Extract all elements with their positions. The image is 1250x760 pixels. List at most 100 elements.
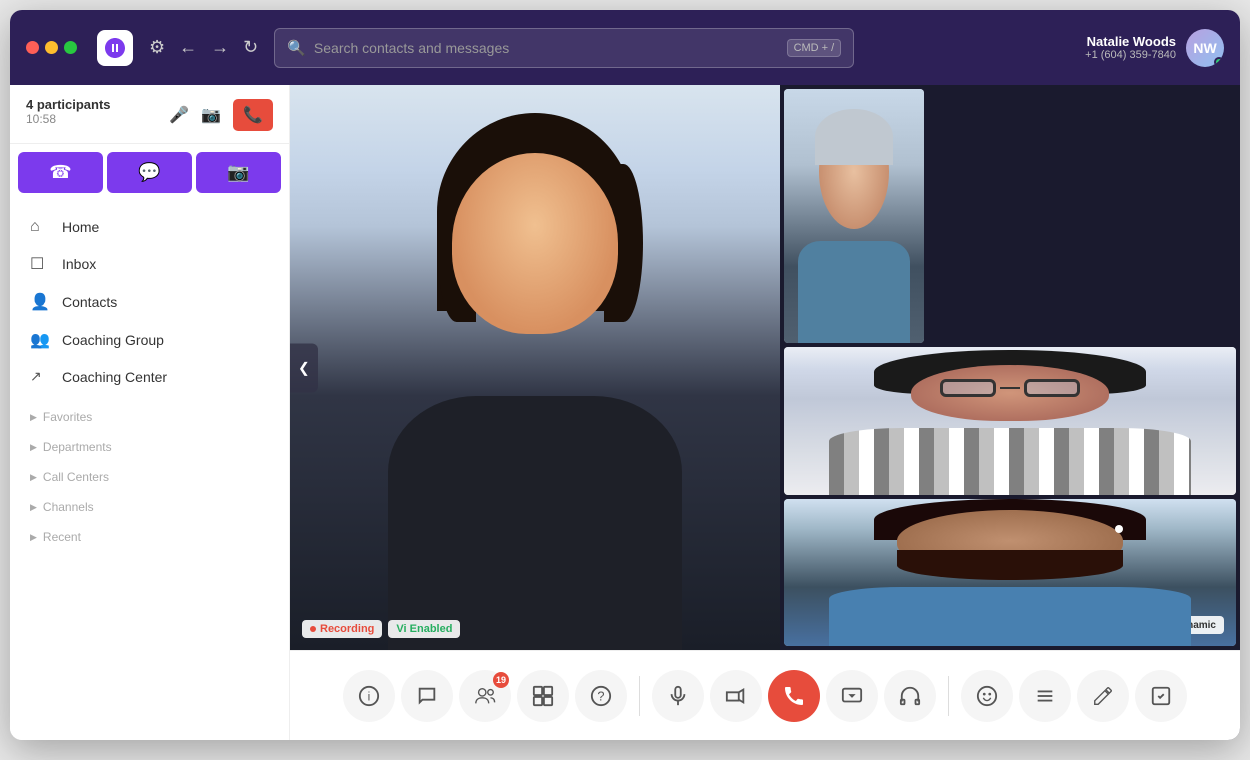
- call-controls: 🎤 📷 📞: [169, 99, 273, 131]
- contacts-icon: 👤: [30, 292, 50, 312]
- cmd-badge: CMD + /: [787, 39, 842, 57]
- participant-video-3: Picture-in-Picture Dynamic: [784, 499, 1236, 647]
- sidebar-section-channels[interactable]: ▶ Channels: [10, 492, 289, 522]
- layout-button[interactable]: [517, 670, 569, 722]
- search-input[interactable]: [314, 40, 779, 56]
- camera-icon: [725, 685, 747, 707]
- screen-share-button[interactable]: [826, 670, 878, 722]
- main-video-cell: Recording Vi Enabled: [290, 85, 780, 650]
- camera-icon[interactable]: 📷: [201, 105, 221, 125]
- sidebar-section-departments[interactable]: ▶ Departments: [10, 432, 289, 462]
- svg-text:?: ?: [597, 688, 604, 703]
- arrow-icon: ▶: [30, 532, 37, 543]
- edit-button[interactable]: [1077, 670, 1129, 722]
- checkbox-icon: [1150, 685, 1172, 707]
- forward-icon[interactable]: →: [211, 37, 229, 58]
- action-buttons: ☎ 💬 📷: [18, 152, 281, 193]
- home-icon: ⌂: [30, 218, 50, 236]
- arrow-icon: ▶: [30, 442, 37, 453]
- arrow-icon: ▶: [30, 502, 37, 513]
- chat-icon: [416, 685, 438, 707]
- back-icon[interactable]: ←: [179, 37, 197, 58]
- refresh-icon[interactable]: ↻: [243, 37, 258, 58]
- sidebar-item-home[interactable]: ⌂ Home: [10, 209, 289, 245]
- more-menu-button[interactable]: [1019, 670, 1071, 722]
- sidebar-navigation: ⌂ Home ☐ Inbox 👤 Contacts 👥 Coaching Gro…: [10, 201, 289, 402]
- checkbox-button[interactable]: [1135, 670, 1187, 722]
- status-indicator: [1214, 57, 1224, 67]
- sidebar-item-label-inbox: Inbox: [62, 256, 96, 272]
- callcenters-label: Call Centers: [43, 470, 109, 484]
- svg-text:i: i: [368, 689, 371, 703]
- menu-icon: [1034, 685, 1056, 707]
- collapse-sidebar-button[interactable]: ❮: [290, 343, 318, 392]
- recent-label: Recent: [43, 530, 81, 544]
- info-button[interactable]: i: [343, 670, 395, 722]
- sidebar-section-callcenters[interactable]: ▶ Call Centers: [10, 462, 289, 492]
- emoji-button[interactable]: [961, 670, 1013, 722]
- avatar[interactable]: NW: [1186, 29, 1224, 67]
- traffic-lights: [26, 41, 77, 54]
- small-video-row: [780, 85, 1240, 345]
- person-figure: [290, 85, 780, 650]
- recording-label: Recording: [320, 623, 374, 635]
- participant-count: 4 participants: [26, 97, 111, 112]
- participants-icon: [474, 685, 496, 707]
- arrow-icon: ▶: [30, 472, 37, 483]
- sidebar-section-favorites[interactable]: ▶ Favorites: [10, 402, 289, 432]
- sidebar-item-contacts[interactable]: 👤 Contacts: [10, 283, 289, 321]
- call-button[interactable]: ☎: [18, 152, 103, 193]
- nav-icons: ⚙ ← → ↻: [149, 37, 258, 58]
- call-timer: 10:58: [26, 112, 111, 126]
- user-info: Natalie Woods +1 (604) 359-7840 NW: [1085, 29, 1224, 67]
- app-logo: [97, 30, 133, 66]
- close-button[interactable]: [26, 41, 39, 54]
- favorites-label: Favorites: [43, 410, 92, 424]
- channels-label: Channels: [43, 500, 94, 514]
- edit-icon: [1092, 685, 1114, 707]
- layout-icon: [532, 685, 554, 707]
- right-video-panel: Picture-in-Picture Dynamic: [780, 85, 1240, 650]
- user-phone: +1 (604) 359-7840: [1085, 49, 1176, 61]
- minimize-button[interactable]: [45, 41, 58, 54]
- small-video-participant: [784, 89, 924, 343]
- vi-badge: Vi Enabled: [388, 620, 460, 638]
- sidebar-item-label-coaching-center: Coaching Center: [62, 369, 167, 385]
- end-call-icon: [782, 684, 806, 708]
- chat-button[interactable]: [401, 670, 453, 722]
- main-layout: 4 participants 10:58 🎤 📷 📞 ☎ 💬 📷: [10, 85, 1240, 740]
- emoji-icon: [976, 685, 998, 707]
- message-button[interactable]: 💬: [107, 152, 192, 193]
- departments-label: Departments: [43, 440, 112, 454]
- sidebar-item-coaching-center[interactable]: ↗ Coaching Center: [10, 359, 289, 394]
- settings-icon[interactable]: ⚙: [149, 37, 165, 58]
- sidebar-section-recent[interactable]: ▶ Recent: [10, 522, 289, 552]
- maximize-button[interactable]: [64, 41, 77, 54]
- help-button[interactable]: ?: [575, 670, 627, 722]
- titlebar: ⚙ ← → ↻ 🔍 CMD + / Natalie Woods +1 (604)…: [10, 10, 1240, 85]
- video-button[interactable]: 📷: [196, 152, 281, 193]
- sidebar: 4 participants 10:58 🎤 📷 📞 ☎ 💬 📷: [10, 85, 290, 740]
- separator-2: [948, 676, 949, 716]
- participant-video-1: [784, 89, 924, 343]
- bottom-toolbar: i 19 ?: [290, 650, 1240, 740]
- search-bar[interactable]: 🔍 CMD + /: [274, 28, 854, 68]
- arrow-icon: ▶: [30, 412, 37, 423]
- participants-button[interactable]: 19: [459, 670, 511, 722]
- camera-button[interactable]: [710, 670, 762, 722]
- end-call-button[interactable]: [768, 670, 820, 722]
- microphone-icon[interactable]: 🎤: [169, 105, 189, 125]
- user-name: Natalie Woods: [1085, 34, 1176, 49]
- headphones-icon: [899, 685, 921, 707]
- search-icon: 🔍: [287, 39, 306, 57]
- coaching-center-icon: ↗: [30, 368, 50, 385]
- microphone-button[interactable]: [652, 670, 704, 722]
- end-call-button[interactable]: 📞: [233, 99, 273, 131]
- recording-badge: Recording: [302, 620, 382, 638]
- sidebar-item-inbox[interactable]: ☐ Inbox: [10, 245, 289, 283]
- call-header: 4 participants 10:58 🎤 📷 📞: [10, 85, 289, 144]
- participant-video-2: [784, 347, 1236, 495]
- info-icon: i: [358, 685, 380, 707]
- audio-button[interactable]: [884, 670, 936, 722]
- sidebar-item-coaching-group[interactable]: 👥 Coaching Group: [10, 321, 289, 359]
